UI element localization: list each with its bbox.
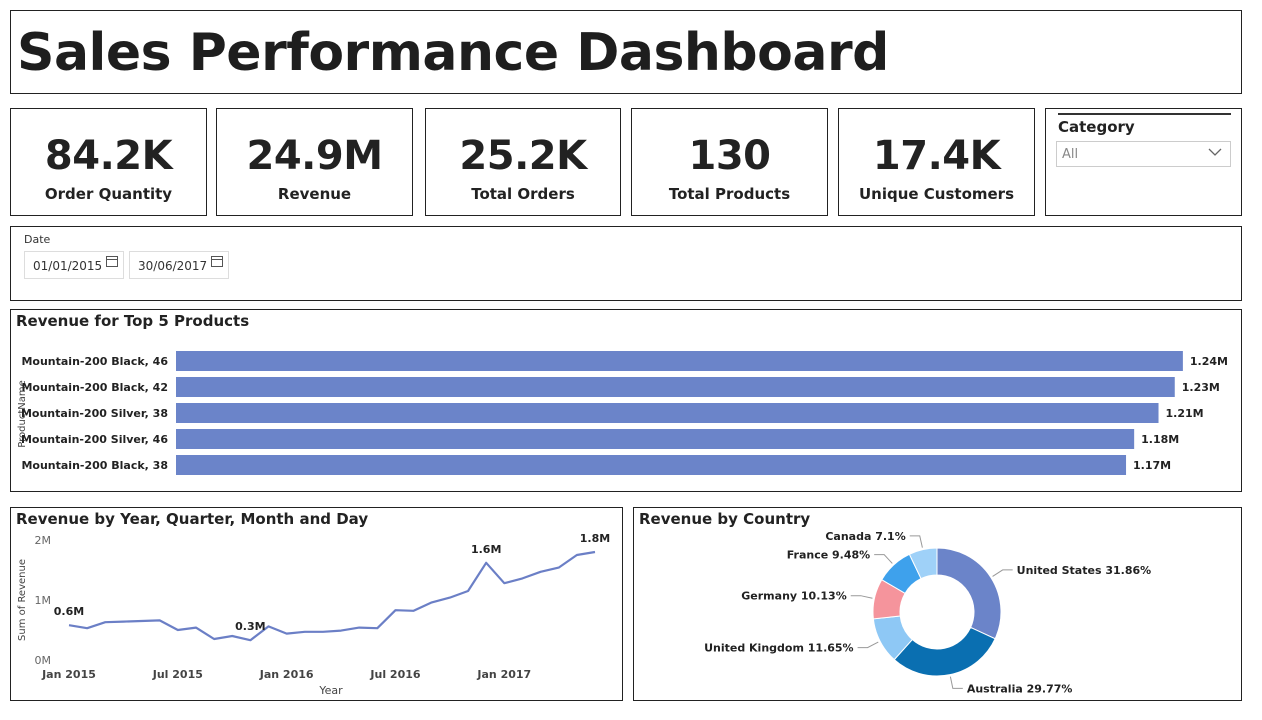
kpi-card-revenue[interactable]: 24.9M Revenue [216,108,413,216]
bar-data-label: 1.17M [1133,459,1171,472]
kpi-label: Total Products [668,185,791,203]
bar-category-label: Mountain-200 Silver, 38 [21,407,168,420]
donut-data-label: France 9.48% [787,549,870,562]
donut-data-label: United Kingdom 11.65% [704,642,854,655]
bar-chart: ProductName Mountain-200 Black, 46 1.24MM… [17,351,1228,475]
series-line [68,550,596,642]
donut-data-label: Australia 29.77% [967,682,1073,695]
donut-slice [936,547,1002,640]
kpi-card-total-products[interactable]: 130 Total Products [631,108,828,216]
bar [176,429,1135,449]
end-date-value: 30/06/2017 [138,259,208,273]
category-slicer: Category All [1045,108,1242,216]
kpi-value: 84.2K [44,133,173,179]
start-date-value: 01/01/2015 [33,259,103,273]
end-date-input[interactable]: 30/06/2017 [129,251,229,279]
bar-data-label: 1.18M [1141,433,1179,446]
calendar-icon[interactable] [106,256,118,267]
kpi-label: Order Quantity [44,185,173,203]
x-tick-label: Jan 2015 [41,668,96,681]
top-products-chart-panel: Revenue for Top 5 Products ProductName M… [10,309,1242,492]
slicer-title: Category [1058,113,1231,136]
category-dropdown-value: All [1062,147,1079,162]
bar-category-label: Mountain-200 Black, 38 [21,459,168,472]
kpi-value: 130 [688,133,772,179]
y-tick-label: 2M [35,534,52,547]
kpi-value: 25.2K [459,133,587,179]
leader-line [992,569,1013,577]
x-tick-label: Jan 2016 [259,668,314,681]
leader-line [874,554,893,564]
kpi-value: 24.9M [246,133,384,179]
calendar-icon[interactable] [211,256,223,267]
bar-category-label: Mountain-200 Silver, 46 [21,433,168,446]
y-tick-label: 1M [35,594,52,607]
leader-line [909,535,923,548]
bar [176,403,1159,423]
kpi-label: Total Orders [471,185,575,203]
kpi-card-order-quantity[interactable]: 84.2K Order Quantity [10,108,207,216]
x-tick-label: Jul 2016 [369,668,420,681]
kpi-value: 17.4K [872,133,1001,179]
donut-data-label: Germany 10.13% [741,590,846,603]
line-data-label: 1.8M [580,532,610,545]
bar-data-label: 1.23M [1182,381,1220,394]
bar [176,455,1127,475]
kpi-card-unique-customers[interactable]: 17.4K Unique Customers [838,108,1035,216]
chevron-down-icon [1208,146,1222,160]
x-axis-label: Year [318,684,343,697]
kpi-label: Unique Customers [858,185,1015,203]
bar-data-label: 1.24M [1190,355,1228,368]
leader-line [857,641,879,649]
line-data-label: 0.3M [235,620,265,633]
bar [176,377,1175,397]
line-data-label: 0.6M [54,605,84,618]
page-title: Sales Performance Dashboard [17,23,889,83]
bar-data-label: 1.21M [1166,407,1204,420]
y-tick-label: 0M [35,654,52,667]
donut-chart: United States 31.86% Australia 29.77% Unit… [704,530,1151,695]
leader-line [850,595,873,599]
start-date-input[interactable]: 01/01/2015 [24,251,124,279]
date-label: Date [24,233,51,246]
kpi-label: Revenue [277,185,352,203]
kpi-card-total-orders[interactable]: 25.2K Total Orders [425,108,621,216]
line-chart: Sum of Revenue Year 0M 1M 2M Jan 2015 Jul 20… [17,532,610,697]
category-dropdown[interactable]: All [1056,141,1231,167]
line-data-label: 1.6M [471,543,501,556]
donut-slice [893,626,996,677]
title-panel: Sales Performance Dashboard [10,10,1242,94]
bar-category-label: Mountain-200 Black, 42 [21,381,168,394]
revenue-trend-chart-panel: Revenue by Year, Quarter, Month and Day … [10,507,623,701]
revenue-by-country-chart-panel: Revenue by Country United States 31.86% A… [633,507,1242,701]
date-filter-panel: Date 01/01/2015 30/06/2017 [10,226,1242,301]
bar [176,351,1183,371]
x-tick-label: Jul 2015 [152,668,203,681]
donut-data-label: Canada 7.1% [825,530,905,543]
leader-line [949,676,963,689]
y-axis-label: Sum of Revenue [17,559,28,641]
x-tick-label: Jan 2017 [476,668,531,681]
bar-category-label: Mountain-200 Black, 46 [21,355,168,368]
donut-data-label: United States 31.86% [1017,564,1151,577]
